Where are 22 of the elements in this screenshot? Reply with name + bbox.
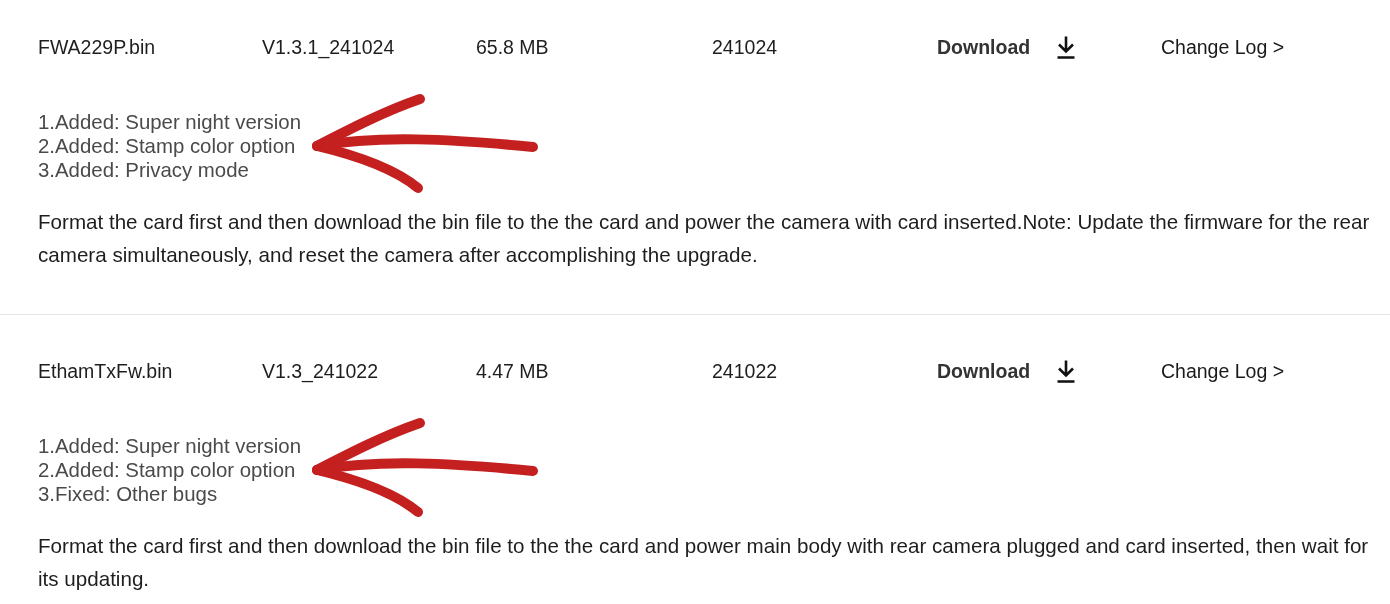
- release-note: 1.Added: Super night version: [38, 110, 302, 134]
- download-link[interactable]: Download: [937, 359, 1078, 383]
- instructions-text: Format the card first and then download the bin file to the the card and power main body with rear camera plugged and card inserted, then wait for its updating.: [38, 533, 1370, 592]
- version-text: V1.3_241022: [262, 360, 379, 382]
- instructions-text: Format the card first and then download the bin file to the the card and power the camera with card inserted.Note: Update the firmware for the rear camera simultaneously, and reset the camera after accomplishing the upgrade.: [38, 209, 1371, 268]
- release-note: 2.Added: Stamp color option: [38, 134, 297, 158]
- release-date: 241022: [712, 360, 778, 382]
- file-size: 4.47 MB: [476, 360, 549, 382]
- change-log-link[interactable]: Change Log >: [1161, 359, 1285, 383]
- download-icon: [1055, 35, 1078, 59]
- file-size: 65.8 MB: [476, 36, 549, 58]
- release-note: 3.Fixed: Other bugs: [38, 482, 219, 506]
- change-log-link[interactable]: Change Log >: [1161, 35, 1285, 59]
- version-text: V1.3.1_241024: [262, 36, 395, 58]
- file-name: EthamTxFw.bin: [38, 360, 173, 382]
- release-note: 3.Added: Privacy mode: [38, 158, 250, 182]
- release-note: 1.Added: Super night version: [38, 434, 302, 458]
- release-date: 241024: [712, 36, 778, 58]
- download-icon: [1055, 359, 1078, 383]
- download-link[interactable]: Download: [937, 35, 1078, 59]
- file-name: FWA229P.bin: [38, 36, 156, 58]
- release-note: 2.Added: Stamp color option: [38, 458, 297, 482]
